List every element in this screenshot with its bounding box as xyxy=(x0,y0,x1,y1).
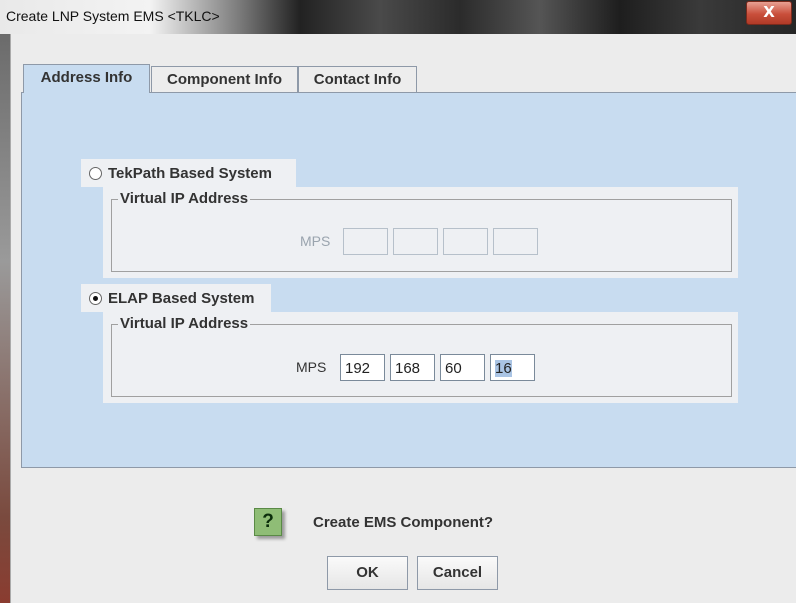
address-info-panel: TekPath Based System Virtual IP Address … xyxy=(21,92,796,468)
tab-component-info[interactable]: Component Info xyxy=(151,66,298,93)
elap-radio-button[interactable] xyxy=(89,291,102,305)
title-bar[interactable]: Create LNP System EMS <TKLC> X xyxy=(0,0,796,34)
question-icon: ? xyxy=(254,508,282,536)
group-title: Virtual IP Address xyxy=(118,315,251,332)
elap-ip-octet-2[interactable]: 168 xyxy=(390,354,435,381)
close-icon: X xyxy=(763,3,775,21)
tekpath-label: TekPath Based System xyxy=(108,164,272,182)
tekpath-ip-octet-3 xyxy=(443,228,488,255)
window-title: Create LNP System EMS <TKLC> xyxy=(6,8,220,24)
tekpath-radio-option[interactable]: TekPath Based System xyxy=(81,159,296,187)
elap-ip-octet-4[interactable]: 16 xyxy=(490,354,535,381)
elap-radio-option[interactable]: ELAP Based System xyxy=(81,284,271,312)
close-button[interactable]: X xyxy=(746,1,792,25)
question-glyph: ? xyxy=(262,511,274,532)
confirm-message: Create EMS Component? xyxy=(313,514,494,531)
left-window-edge xyxy=(0,34,10,603)
mps-label: MPS xyxy=(300,233,331,249)
tekpath-virtual-ip-group: Virtual IP Address MPS xyxy=(103,187,738,278)
tekpath-ip-octet-1 xyxy=(343,228,388,255)
tab-contact-info[interactable]: Contact Info xyxy=(298,66,417,93)
elap-ip-octet-1[interactable]: 192 xyxy=(340,354,385,381)
ok-label: OK xyxy=(356,564,379,581)
elap-ip-octet-3[interactable]: 60 xyxy=(440,354,485,381)
elap-label: ELAP Based System xyxy=(108,289,255,307)
ok-button[interactable]: OK xyxy=(327,556,408,590)
cancel-label: Cancel xyxy=(432,564,483,581)
selected-text: 16 xyxy=(495,360,512,377)
tekpath-ip-octet-4 xyxy=(493,228,538,255)
group-title: Virtual IP Address xyxy=(118,190,251,207)
elap-virtual-ip-group: Virtual IP Address MPS 192 168 60 16 xyxy=(103,312,738,403)
tab-label: Component Info xyxy=(167,71,282,88)
mps-label: MPS xyxy=(296,359,327,375)
tab-label: Address Info xyxy=(40,69,133,86)
tab-address-info[interactable]: Address Info xyxy=(23,64,150,93)
cancel-button[interactable]: Cancel xyxy=(417,556,498,590)
tab-label: Contact Info xyxy=(313,71,402,88)
tekpath-ip-octet-2 xyxy=(393,228,438,255)
tekpath-radio-button[interactable] xyxy=(89,166,102,180)
